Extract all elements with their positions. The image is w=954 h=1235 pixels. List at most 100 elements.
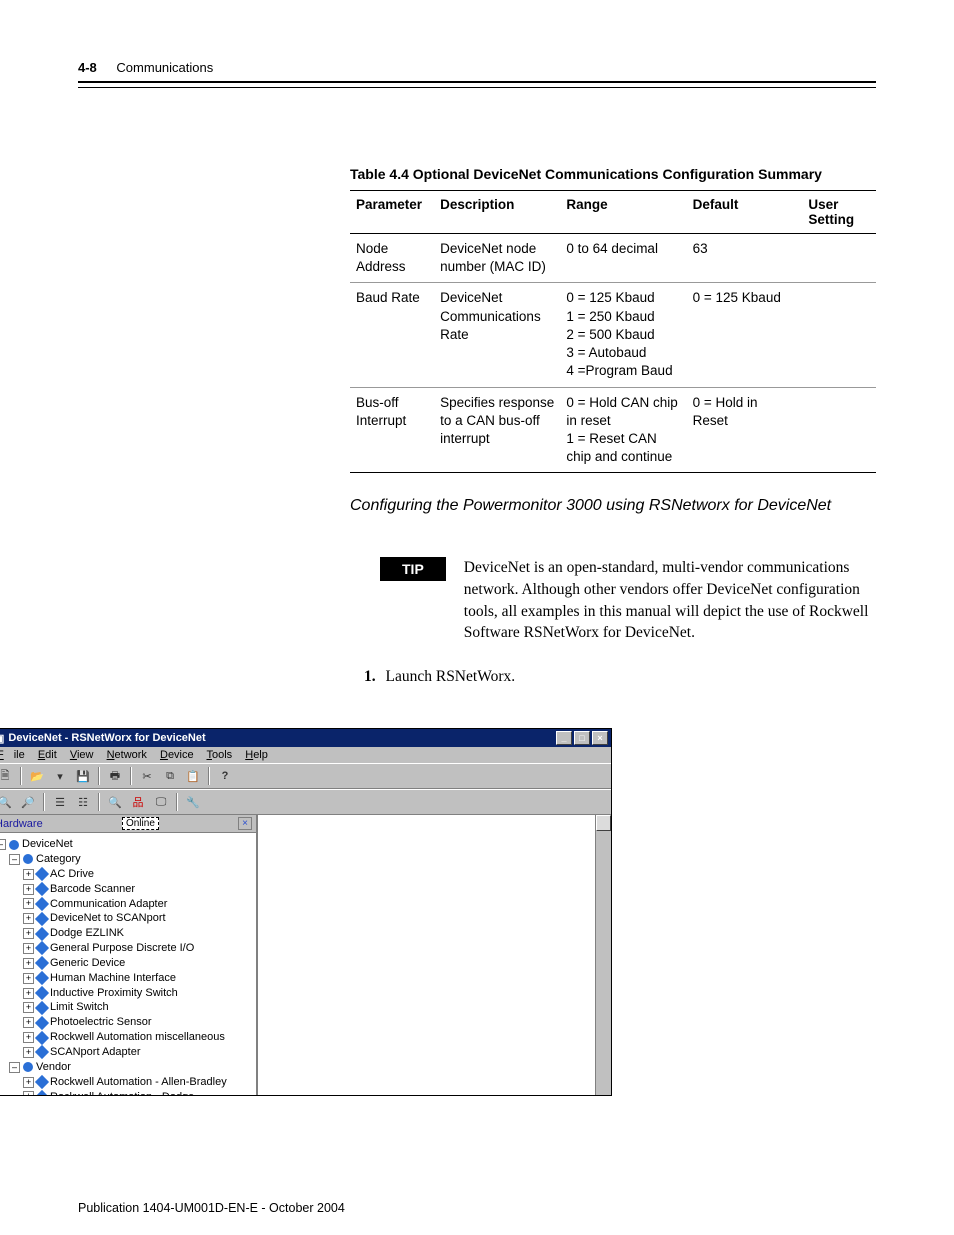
tree-item[interactable]: + Photoelectric Sensor bbox=[0, 1015, 254, 1030]
expand-icon[interactable]: – bbox=[9, 854, 20, 865]
expand-icon[interactable]: + bbox=[23, 884, 34, 895]
table-cell: Node Address bbox=[350, 234, 434, 283]
table-cell: 0 = 125 Kbaud 1 = 250 Kbaud 2 = 500 Kbau… bbox=[560, 283, 686, 387]
titlebar[interactable]: ▣ DeviceNet - RSNetWorx for DeviceNet _ … bbox=[0, 729, 611, 747]
tree-item[interactable]: +DeviceNet to SCANport bbox=[0, 911, 254, 926]
th-description: Description bbox=[434, 191, 560, 234]
tree-item[interactable]: +Rockwell Automation - Allen-Bradley bbox=[0, 1075, 254, 1090]
tree-item[interactable]: +Rockwell Automation miscellaneous bbox=[0, 1030, 254, 1045]
publication-footer: Publication 1404-UM001D-EN-E - October 2… bbox=[78, 1201, 345, 1215]
expand-icon[interactable]: + bbox=[23, 1091, 34, 1095]
tree-item[interactable]: +Generic Device bbox=[0, 956, 254, 971]
scroll-thumb[interactable] bbox=[596, 815, 611, 831]
expand-icon[interactable]: + bbox=[23, 913, 34, 924]
th-default: Default bbox=[687, 191, 803, 234]
menubar[interactable]: File Edit View Network Device Tools Help bbox=[0, 747, 611, 763]
copy-icon[interactable]: ⧉ bbox=[160, 766, 180, 786]
section-subheading: Configuring the Powermonitor 3000 using … bbox=[350, 497, 876, 515]
maximize-button[interactable]: □ bbox=[574, 731, 590, 745]
tree-item[interactable]: + Dodge EZLINK bbox=[0, 926, 254, 941]
table-row: Bus-off InterruptSpecifies response to a… bbox=[350, 387, 876, 473]
network-icon[interactable]: 品 bbox=[128, 792, 148, 812]
close-button[interactable]: × bbox=[592, 731, 608, 745]
help-icon[interactable]: ? bbox=[215, 766, 235, 786]
menu-tools[interactable]: Tools bbox=[206, 749, 232, 761]
running-head: 4-8 Communications bbox=[78, 60, 876, 75]
menu-edit[interactable]: Edit bbox=[38, 749, 57, 761]
expand-icon[interactable]: + bbox=[23, 898, 34, 909]
node-icon bbox=[35, 1075, 49, 1089]
node-icon bbox=[35, 912, 49, 926]
node-icon bbox=[35, 971, 49, 985]
node-icon bbox=[35, 882, 49, 896]
online-button[interactable]: Online bbox=[122, 817, 159, 830]
menu-view[interactable]: View bbox=[70, 749, 94, 761]
expand-icon[interactable]: + bbox=[23, 958, 34, 969]
menu-device[interactable]: Device bbox=[160, 749, 194, 761]
expand-icon[interactable]: + bbox=[23, 1017, 34, 1028]
tree-root[interactable]: –DeviceNet bbox=[0, 837, 254, 852]
minimize-button[interactable]: _ bbox=[556, 731, 572, 745]
new-icon[interactable]: 🗎 bbox=[0, 766, 15, 786]
find-icon[interactable]: 🔍 bbox=[105, 792, 125, 812]
menu-file[interactable]: File bbox=[0, 749, 25, 761]
menu-help[interactable]: Help bbox=[245, 749, 268, 761]
tree-vendor[interactable]: –Vendor bbox=[0, 1060, 254, 1075]
node-label: Limit Switch bbox=[50, 1000, 109, 1015]
hardware-panel: Hardware Online × –DeviceNet–Category+AC… bbox=[0, 815, 258, 1095]
zoom-in-icon[interactable]: 🔍 bbox=[0, 792, 15, 812]
open-icon[interactable]: 📂 bbox=[27, 766, 47, 786]
tree-item[interactable]: + Rockwell Automation - Dodge bbox=[0, 1090, 254, 1096]
step-1: 1. Launch RSNetWorx. bbox=[364, 668, 876, 686]
tree-item[interactable]: +Communication Adapter bbox=[0, 897, 254, 912]
monitor-icon[interactable]: 🖵 bbox=[151, 792, 171, 812]
expand-icon[interactable]: + bbox=[23, 973, 34, 984]
node-icon bbox=[35, 956, 49, 970]
th-user-setting: User Setting bbox=[802, 191, 876, 234]
tree-item[interactable]: +Inductive Proximity Switch bbox=[0, 986, 254, 1001]
node-label: Dodge EZLINK bbox=[50, 926, 124, 941]
panel-close-icon[interactable]: × bbox=[238, 817, 252, 830]
tree-item[interactable]: +SCANport Adapter bbox=[0, 1045, 254, 1060]
wrench-icon[interactable]: 🔧 bbox=[183, 792, 203, 812]
expand-icon[interactable]: + bbox=[23, 988, 34, 999]
paste-icon[interactable]: 📋 bbox=[183, 766, 203, 786]
tree-item[interactable]: + Limit Switch bbox=[0, 1000, 254, 1015]
layout2-icon[interactable]: ☷ bbox=[73, 792, 93, 812]
node-label: Rockwell Automation - Dodge bbox=[50, 1090, 194, 1096]
cut-icon[interactable]: ✂ bbox=[137, 766, 157, 786]
tree-item[interactable]: +Human Machine Interface bbox=[0, 971, 254, 986]
node-icon bbox=[35, 941, 49, 955]
expand-icon[interactable]: + bbox=[23, 1032, 34, 1043]
rule-heavy bbox=[78, 81, 876, 83]
layout1-icon[interactable]: ☰ bbox=[50, 792, 70, 812]
tree-category[interactable]: –Category bbox=[0, 852, 254, 867]
node-label: General Purpose Discrete I/O bbox=[50, 941, 194, 956]
expand-icon[interactable]: – bbox=[0, 839, 6, 850]
node-icon bbox=[35, 1045, 49, 1059]
zoom-out-icon[interactable]: 🔎 bbox=[18, 792, 38, 812]
vertical-scrollbar[interactable] bbox=[595, 815, 611, 1095]
tree-item[interactable]: +AC Drive bbox=[0, 867, 254, 882]
expand-icon[interactable]: + bbox=[23, 1077, 34, 1088]
expand-icon[interactable]: + bbox=[23, 1047, 34, 1058]
tip-text: DeviceNet is an open-standard, multi-ven… bbox=[464, 557, 876, 644]
node-label: Photoelectric Sensor bbox=[50, 1015, 152, 1030]
expand-icon[interactable]: + bbox=[23, 1002, 34, 1013]
save-icon[interactable]: 💾 bbox=[73, 766, 93, 786]
table-cell: Specifies response to a CAN bus-off inte… bbox=[434, 387, 560, 473]
expand-icon[interactable]: + bbox=[23, 943, 34, 954]
device-tree[interactable]: –DeviceNet–Category+AC Drive+Barcode Sca… bbox=[0, 833, 256, 1095]
expand-icon[interactable]: + bbox=[23, 928, 34, 939]
menu-network[interactable]: Network bbox=[107, 749, 147, 761]
table-cell: 0 to 64 decimal bbox=[560, 234, 686, 283]
table-cell: Baud Rate bbox=[350, 283, 434, 387]
expand-icon[interactable]: + bbox=[23, 869, 34, 880]
tree-item[interactable]: + General Purpose Discrete I/O bbox=[0, 941, 254, 956]
expand-icon[interactable]: – bbox=[9, 1062, 20, 1073]
dropdown-icon[interactable]: ▾ bbox=[50, 766, 70, 786]
table-row: Node AddressDeviceNet node number (MAC I… bbox=[350, 234, 876, 283]
canvas-area[interactable] bbox=[258, 815, 611, 1095]
print-icon[interactable]: 🖶 bbox=[105, 766, 125, 786]
tree-item[interactable]: +Barcode Scanner bbox=[0, 882, 254, 897]
